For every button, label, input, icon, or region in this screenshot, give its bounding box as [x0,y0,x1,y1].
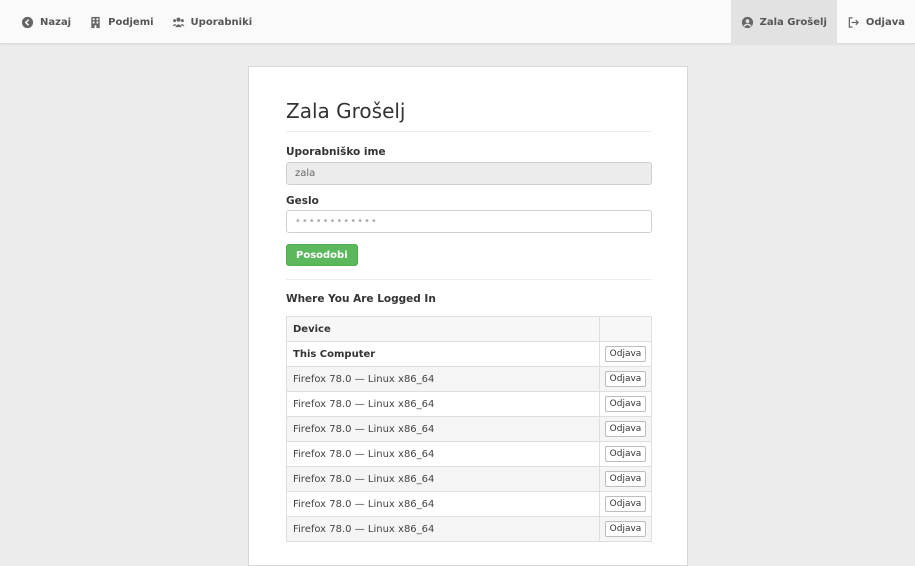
divider [286,279,652,280]
session-logout-button[interactable]: Odjava [604,421,647,437]
action-cell: Odjava [599,366,652,392]
building-icon [89,16,102,29]
companies-link[interactable]: Podjemi [80,0,162,44]
user-circle-icon [741,16,754,29]
sessions-table-body: This Computer Odjava Firefox 78.0 — Linux … [286,341,652,542]
table-row: Firefox 78.0 — Linux x86_64 Odjava [286,391,652,417]
profile-card: Zala Grošelj Uporabniško ime Geslo Posod… [248,66,688,566]
table-row: Firefox 78.0 — Linux x86_64 Odjava [286,491,652,517]
device-name: Firefox 78.0 — Linux x86_64 [286,466,600,492]
current-user-link[interactable]: Zala Grošelj [730,0,837,44]
sessions-title: Where You Are Logged In [286,293,436,305]
chevron-left-circle-icon [21,16,34,29]
companies-label: Podjemi [108,16,154,28]
device-name: Firefox 78.0 — Linux x86_64 [286,416,600,442]
session-logout-button[interactable]: Odjava [604,346,647,362]
device-name: Firefox 78.0 — Linux x86_64 [286,366,600,392]
nav-right: Zala Grošelj Odjava [730,0,915,44]
table-row: Firefox 78.0 — Linux x86_64 Odjava [286,516,652,542]
logout-label: Odjava [865,16,905,28]
device-name: Firefox 78.0 — Linux x86_64 [286,516,600,542]
table-row: This Computer Odjava [286,341,652,367]
back-label: Nazaj [40,16,72,28]
table-row: Firefox 78.0 — Linux x86_64 Odjava [286,466,652,492]
session-logout-button[interactable]: Odjava [604,496,647,512]
username-label: Uporabniško ime [286,146,386,158]
session-logout-button[interactable]: Odjava [604,446,647,462]
session-logout-button[interactable]: Odjava [604,396,647,412]
action-cell: Odjava [599,491,652,517]
password-label: Geslo [286,195,319,207]
device-name: Firefox 78.0 — Linux x86_64 [286,441,600,467]
table-row: Firefox 78.0 — Linux x86_64 Odjava [286,366,652,392]
device-name: This Computer [286,341,600,367]
users-icon [172,16,185,29]
session-logout-button[interactable]: Odjava [604,371,647,387]
logout-link[interactable]: Odjava [837,0,915,44]
current-user-label: Zala Grošelj [759,16,827,28]
session-logout-button[interactable]: Odjava [604,471,647,487]
divider [286,131,652,132]
sessions-table: Device This Computer Odjava Firefox 78.0 —… [286,316,652,542]
action-cell: Odjava [599,466,652,492]
column-header-device: Device [286,316,600,342]
back-button[interactable]: Nazaj [12,0,80,44]
table-row: Firefox 78.0 — Linux x86_64 Odjava [286,416,652,442]
action-cell: Odjava [599,516,652,542]
table-header-row: Device [286,316,652,342]
nav-left: Nazaj Podjemi Uporabniki [12,0,261,44]
sign-out-icon [847,16,860,29]
action-cell: Odjava [599,441,652,467]
action-cell: Odjava [599,416,652,442]
update-button[interactable]: Posodobi [286,244,358,266]
page-title: Zala Grošelj [286,99,406,123]
username-field[interactable] [286,162,652,185]
device-name: Firefox 78.0 — Linux x86_64 [286,491,600,517]
device-name: Firefox 78.0 — Linux x86_64 [286,391,600,417]
top-navbar: Nazaj Podjemi Uporabniki Zala Grošelj Od… [0,0,915,44]
session-logout-button[interactable]: Odjava [604,521,647,537]
users-label: Uporabniki [190,16,253,28]
users-link[interactable]: Uporabniki [163,0,262,44]
action-cell: Odjava [599,341,652,367]
password-field[interactable] [286,210,652,233]
action-cell: Odjava [599,391,652,417]
table-row: Firefox 78.0 — Linux x86_64 Odjava [286,441,652,467]
column-header-action [599,316,652,342]
